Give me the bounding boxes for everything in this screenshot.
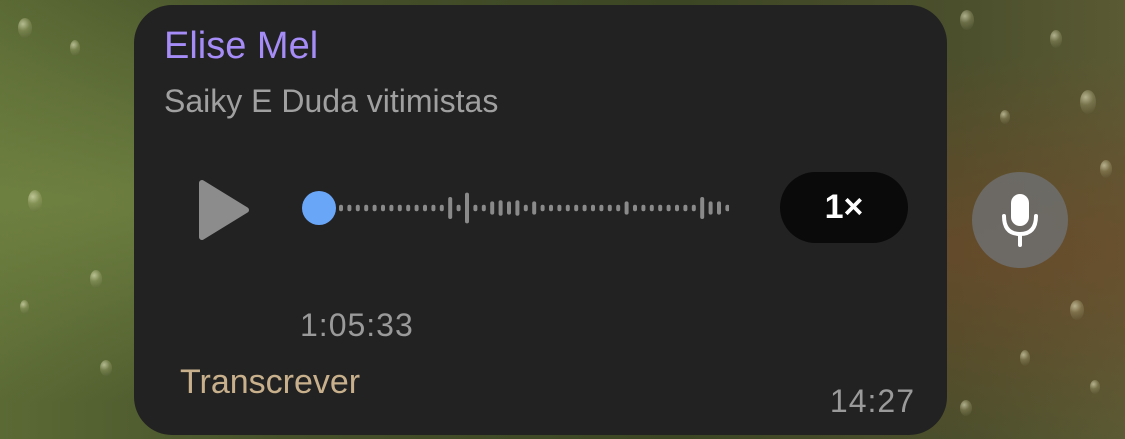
waveform-bar <box>607 204 612 212</box>
waveform-bar <box>414 204 419 212</box>
waveform-bar <box>456 204 461 212</box>
waveform-bar <box>532 201 537 215</box>
waveform-bar <box>448 197 453 219</box>
waveform-bar <box>683 204 688 212</box>
waveform-bar <box>591 204 595 212</box>
waveform-bar <box>691 204 696 212</box>
audio-waveform-scrubber[interactable] <box>299 188 729 228</box>
waveform-bar <box>355 204 360 212</box>
playback-speed-button[interactable]: 1× <box>780 172 908 243</box>
waveform-bar <box>565 204 570 212</box>
voice-message-bubble: Elise Mel Saiky E Duda vitimistas 1× 1:0… <box>134 5 947 435</box>
audio-duration: 1:05:33 <box>300 307 414 343</box>
waveform-bar <box>574 204 579 212</box>
waveform-bar <box>339 204 343 212</box>
waveform-bar <box>372 204 377 212</box>
waveform-bar <box>498 200 503 216</box>
waveform-bar <box>347 204 352 212</box>
sender-name[interactable]: Elise Mel <box>164 25 318 68</box>
waveform-bar <box>473 204 478 212</box>
waveform-bar <box>507 201 511 215</box>
message-timestamp: 14:27 <box>829 383 915 419</box>
waveform-bars <box>339 192 729 224</box>
waveform-bar <box>397 204 402 212</box>
waveform-bar <box>364 204 369 212</box>
waveform-bar <box>540 204 545 212</box>
waveform-bar <box>675 204 679 212</box>
waveform-bar <box>633 204 637 212</box>
waveform-bar <box>406 204 411 212</box>
waveform-bar <box>431 204 436 212</box>
waveform-bar <box>616 204 621 212</box>
microphone-icon <box>1002 194 1038 247</box>
waveform-bar <box>465 192 469 224</box>
waveform-bar <box>641 204 646 212</box>
waveform-bar <box>515 200 520 216</box>
waveform-bar <box>389 204 394 212</box>
waveform-bar <box>557 204 562 212</box>
voice-record-button[interactable] <box>972 172 1068 268</box>
waveform-bar <box>381 204 385 212</box>
waveform-bar <box>549 204 553 212</box>
waveform-bar <box>658 204 663 212</box>
waveform-bar <box>599 204 604 212</box>
waveform-bar <box>725 204 729 212</box>
message-subtitle: Saiky E Duda vitimistas <box>164 83 499 119</box>
waveform-bar <box>523 204 528 212</box>
waveform-bar <box>481 204 486 212</box>
waveform-bar <box>439 204 444 212</box>
waveform-bar <box>708 201 713 215</box>
waveform-bar <box>490 201 495 215</box>
waveform-bar <box>717 201 721 215</box>
play-icon <box>199 180 249 240</box>
waveform-bar <box>649 204 654 212</box>
waveform-bar <box>700 197 705 219</box>
play-button[interactable] <box>194 175 254 245</box>
waveform-bar <box>666 204 671 212</box>
transcribe-button[interactable]: Transcrever <box>180 363 360 402</box>
waveform-bar <box>423 204 427 212</box>
waveform-bar <box>624 201 629 215</box>
playback-position-knob[interactable] <box>302 191 336 225</box>
waveform-bar <box>582 204 587 212</box>
